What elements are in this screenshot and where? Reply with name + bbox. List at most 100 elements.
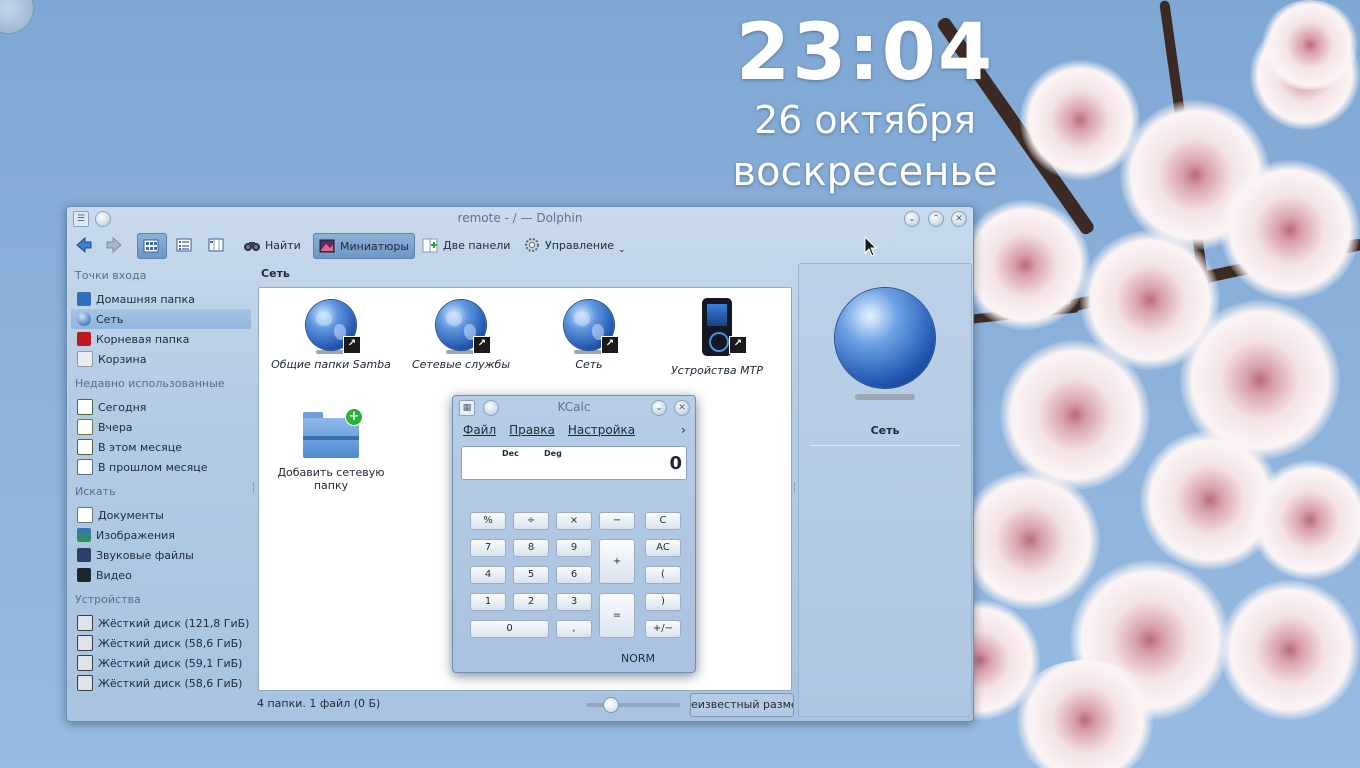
key-8[interactable]: 8 bbox=[513, 539, 549, 557]
forward-button[interactable] bbox=[101, 233, 127, 257]
places-item-disk-3[interactable]: Жёсткий диск (59,1 ГиБ) bbox=[71, 653, 251, 673]
places-item-label: Видео bbox=[96, 568, 132, 582]
places-item-label: Домашняя папка bbox=[96, 292, 195, 306]
split-view-icon bbox=[422, 238, 438, 253]
chevron-down-icon: ⌄ bbox=[618, 245, 626, 255]
key-1[interactable]: 1 bbox=[470, 593, 506, 611]
find-button[interactable]: Найти bbox=[239, 233, 305, 257]
key-6[interactable]: 6 bbox=[556, 566, 592, 584]
zoom-slider-track[interactable] bbox=[586, 703, 680, 707]
columns-view-icon bbox=[208, 238, 224, 252]
key-plus[interactable]: + bbox=[599, 539, 635, 584]
zoom-slider-handle[interactable] bbox=[603, 697, 619, 713]
file-item-mtp-devices[interactable]: ↗ Устройства MTP bbox=[655, 298, 779, 377]
split-view-label: Две панели bbox=[443, 238, 511, 252]
key-equals[interactable]: = bbox=[599, 593, 635, 638]
control-menu-button[interactable]: Управление ⌄ bbox=[519, 233, 630, 257]
places-item-label: Изображения bbox=[96, 528, 175, 542]
key-3[interactable]: 3 bbox=[556, 593, 592, 611]
close-icon[interactable]: ✕ bbox=[674, 400, 690, 416]
film-icon bbox=[77, 568, 91, 582]
window-titlebar[interactable]: ☰ remote - / — Dolphin ⌄ ⌃ ✕ bbox=[67, 207, 973, 229]
globe-icon bbox=[77, 312, 91, 326]
places-item-audio[interactable]: Звуковые файлы bbox=[71, 545, 251, 565]
file-item-label: Сетевые службы bbox=[411, 358, 511, 371]
media-player-link-icon bbox=[702, 298, 732, 356]
places-item-label: Звуковые файлы bbox=[96, 548, 194, 562]
root-folder-icon bbox=[77, 332, 91, 346]
key-4[interactable]: 4 bbox=[470, 566, 506, 584]
key-2[interactable]: 2 bbox=[513, 593, 549, 611]
link-arrow-icon: ↗ bbox=[473, 336, 491, 354]
key-comma[interactable]: , bbox=[556, 620, 592, 638]
places-item-label: Жёсткий диск (59,1 ГиБ) bbox=[98, 656, 243, 670]
places-item-home[interactable]: Домашняя папка bbox=[71, 289, 251, 309]
split-view-button[interactable]: Две панели bbox=[417, 233, 514, 257]
calc-display: Dec Deg 0 bbox=[461, 446, 687, 480]
places-item-today[interactable]: Сегодня bbox=[71, 397, 251, 417]
places-item-label: В прошлом месяце bbox=[98, 460, 208, 474]
key-all-clear[interactable]: AC bbox=[645, 539, 681, 557]
key-left-paren[interactable]: ( bbox=[645, 566, 681, 584]
key-minus[interactable]: − bbox=[599, 512, 635, 530]
back-button[interactable] bbox=[71, 233, 97, 257]
minimize-icon[interactable]: ⌄ bbox=[651, 400, 667, 416]
columns-view-button[interactable] bbox=[203, 233, 229, 257]
places-item-this-month[interactable]: В этом месяце bbox=[71, 437, 251, 457]
details-view-button[interactable] bbox=[171, 233, 197, 257]
file-item-network-services[interactable]: ↗ Сетевые службы bbox=[399, 300, 523, 371]
add-network-folder-item[interactable]: + Добавить сетевую папку bbox=[269, 408, 393, 492]
file-item-label: Сеть bbox=[575, 358, 603, 371]
main-toolbar: Найти Миниатюры Две панели Управление ⌄ bbox=[67, 231, 973, 261]
places-item-video[interactable]: Видео bbox=[71, 565, 251, 585]
places-item-label: Жёсткий диск (121,8 ГиБ) bbox=[98, 616, 250, 630]
minimize-icon[interactable]: ⌄ bbox=[904, 211, 920, 227]
key-0[interactable]: 0 bbox=[470, 620, 549, 638]
clock-time: 23:04 bbox=[735, 8, 995, 98]
menu-overflow-icon[interactable]: › bbox=[681, 423, 686, 437]
desktop-toolbox-button[interactable] bbox=[0, 0, 34, 34]
key-right-paren[interactable]: ) bbox=[645, 593, 681, 611]
info-item-name: Сеть bbox=[870, 424, 900, 437]
location-label: Сеть bbox=[261, 267, 290, 280]
key-multiply[interactable]: × bbox=[556, 512, 592, 530]
thumbnails-button[interactable]: Миниатюры bbox=[313, 233, 415, 259]
maximize-icon[interactable]: ⌃ bbox=[928, 211, 944, 227]
places-item-yesterday[interactable]: Вчера bbox=[71, 417, 251, 437]
trash-icon bbox=[77, 351, 93, 367]
file-item-samba[interactable]: ↗ Общие папки Samba bbox=[269, 300, 393, 371]
places-item-disk-1[interactable]: Жёсткий диск (121,8 ГиБ) bbox=[71, 613, 251, 633]
places-item-root[interactable]: Корневая папка bbox=[71, 329, 251, 349]
divider bbox=[810, 445, 960, 446]
places-item-disk-4[interactable]: Жёсткий диск (58,6 ГиБ) bbox=[71, 673, 251, 693]
document-icon bbox=[77, 507, 93, 523]
close-icon[interactable]: ✕ bbox=[951, 211, 967, 227]
places-item-label: В этом месяце bbox=[98, 440, 182, 454]
file-item-network[interactable]: ↗ Сеть bbox=[527, 300, 651, 371]
places-item-network[interactable]: Сеть bbox=[71, 309, 251, 329]
key-clear[interactable]: C bbox=[645, 512, 681, 530]
places-splitter-handle[interactable] bbox=[253, 483, 257, 493]
places-item-disk-2[interactable]: Жёсткий диск (58,6 ГиБ) bbox=[71, 633, 251, 653]
menu-settings[interactable]: Настройка bbox=[568, 423, 635, 437]
places-item-images[interactable]: Изображения bbox=[71, 525, 251, 545]
places-item-trash[interactable]: Корзина bbox=[71, 349, 251, 369]
link-arrow-icon: ↗ bbox=[729, 336, 747, 354]
display-value: 0 bbox=[669, 453, 682, 474]
hard-disk-icon bbox=[77, 635, 93, 651]
binoculars-icon bbox=[244, 242, 260, 251]
calendar-month-icon bbox=[77, 439, 93, 455]
places-item-documents[interactable]: Документы bbox=[71, 505, 251, 525]
menu-file[interactable]: Файл bbox=[463, 423, 496, 437]
key-5[interactable]: 5 bbox=[513, 566, 549, 584]
home-folder-icon bbox=[77, 292, 91, 306]
key-plus-minus[interactable]: +/− bbox=[645, 620, 681, 638]
link-arrow-icon: ↗ bbox=[343, 336, 361, 354]
places-item-last-month[interactable]: В прошлом месяце bbox=[71, 457, 251, 477]
key-divide[interactable]: ÷ bbox=[513, 512, 549, 530]
menu-edit[interactable]: Правка bbox=[509, 423, 555, 437]
icons-view-button[interactable] bbox=[137, 233, 167, 259]
key-7[interactable]: 7 bbox=[470, 539, 506, 557]
key-9[interactable]: 9 bbox=[556, 539, 592, 557]
key-percent[interactable]: % bbox=[470, 512, 506, 530]
